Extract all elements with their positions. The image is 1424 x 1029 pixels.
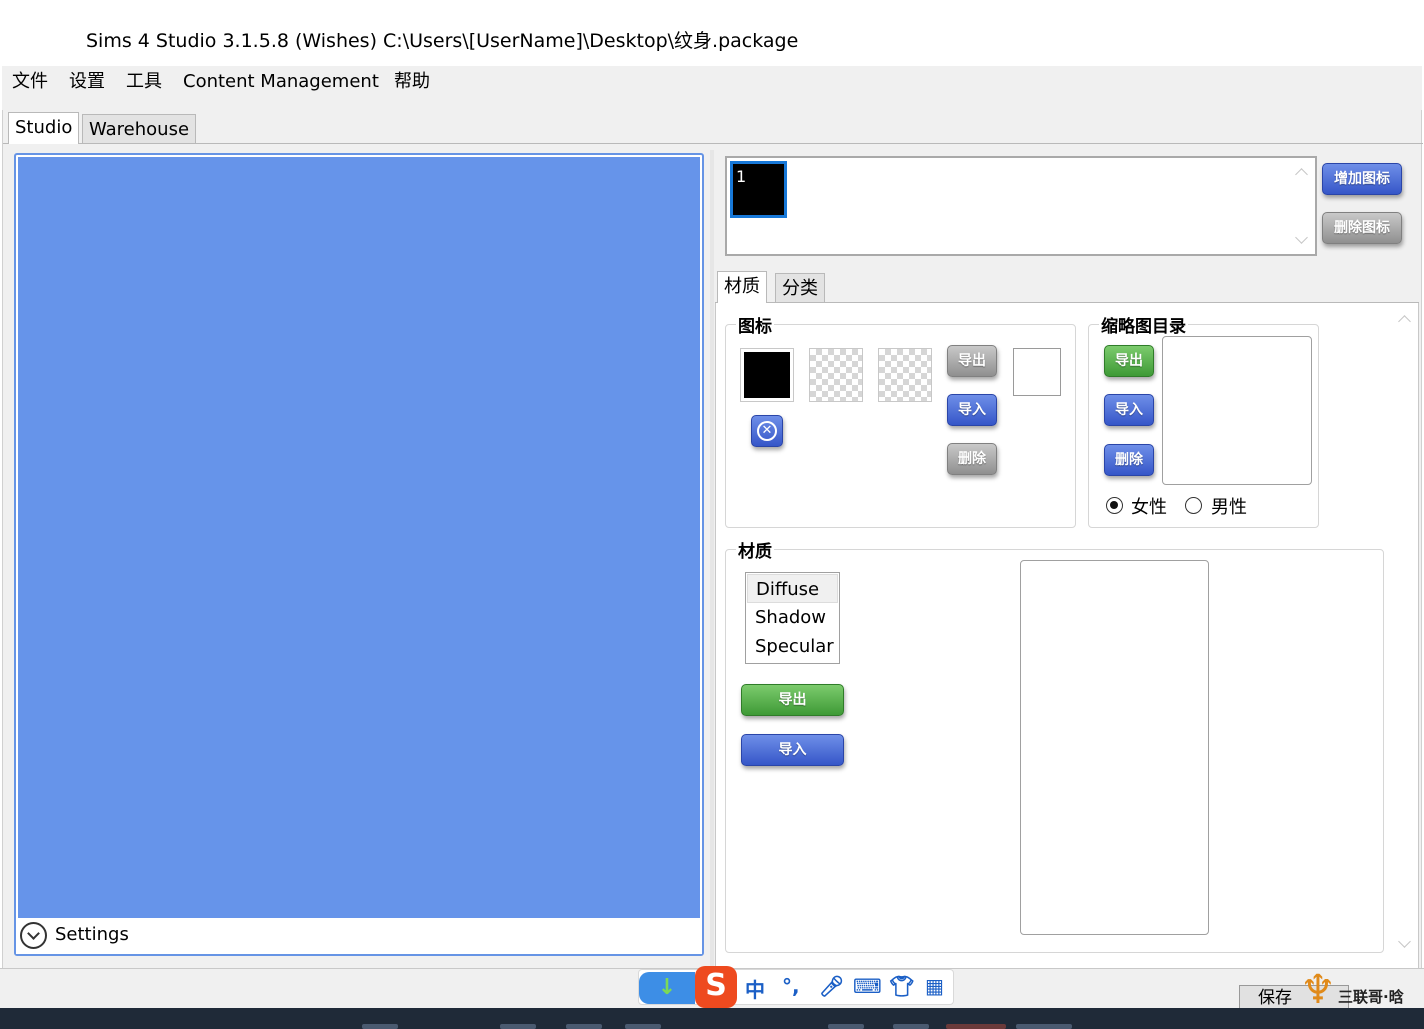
icon-preview-empty-1[interactable] — [809, 348, 863, 402]
3d-viewport[interactable] — [18, 157, 700, 919]
chevron-down-icon[interactable] — [20, 922, 47, 949]
icon-group: 图标 ✕ 导出 导入 删除 — [725, 312, 1076, 528]
thumbnail-delete-button[interactable]: 删除 — [1104, 444, 1154, 476]
ime-punctuation[interactable]: °, — [782, 974, 800, 998]
thumbnail-import-button[interactable]: 导入 — [1104, 394, 1154, 426]
microphone-icon[interactable]: 🎤︎ — [819, 974, 844, 998]
thumbnail-group: 缩略图目录 导出 导入 删除 女性 男性 — [1088, 312, 1319, 528]
thumbnail-group-title: 缩略图目录 — [1099, 312, 1188, 337]
tab-category[interactable]: 分类 — [775, 273, 825, 303]
texture-group: 材质 Diffuse Shadow Specular 导出 导入 — [725, 537, 1384, 953]
scroll-down-icon[interactable] — [1398, 935, 1411, 948]
watermark-logo-icon: ♆ — [1300, 967, 1336, 1013]
menu-settings[interactable]: 设置 — [65, 68, 109, 96]
scroll-up-icon[interactable] — [1398, 315, 1411, 328]
icon-color-swatch[interactable] — [1013, 348, 1061, 396]
skin-shirt-icon[interactable]: 👕︎ — [889, 974, 914, 998]
icon-export-button[interactable]: 导出 — [947, 345, 997, 377]
taskbar-item[interactable] — [893, 1024, 929, 1029]
texture-import-button[interactable]: 导入 — [741, 734, 844, 766]
menu-tools[interactable]: 工具 — [122, 68, 166, 96]
toolbox-grid-icon[interactable]: ▦ — [925, 974, 944, 998]
radio-male[interactable] — [1185, 497, 1202, 514]
taskbar-item[interactable] — [362, 1024, 398, 1029]
swatch-list-scrollbar[interactable] — [1289, 158, 1315, 254]
texture-type-list[interactable]: Diffuse Shadow Specular — [745, 572, 840, 664]
menu-content-management[interactable]: Content Management — [179, 68, 383, 96]
tab-warehouse[interactable]: Warehouse — [82, 114, 197, 144]
list-item-shadow[interactable]: Shadow — [747, 603, 838, 632]
menu-help[interactable]: 帮助 — [390, 68, 434, 96]
scroll-up-icon[interactable] — [1295, 168, 1308, 181]
icon-delete-button[interactable]: 删除 — [947, 443, 997, 475]
list-item-diffuse[interactable]: Diffuse — [747, 574, 838, 603]
remove-swatch-button[interactable]: 删除图标 — [1322, 212, 1402, 244]
icon-import-button[interactable]: 导入 — [947, 394, 997, 426]
clear-icon-button[interactable]: ✕ — [751, 415, 783, 447]
tab-studio[interactable]: Studio — [8, 112, 80, 144]
swatch-thumbnail[interactable]: 1 — [730, 161, 787, 218]
taskbar-item[interactable] — [828, 1024, 864, 1029]
radio-female-label[interactable]: 女性 — [1131, 493, 1167, 519]
swatch-index: 1 — [736, 167, 747, 186]
add-swatch-button[interactable]: 增加图标 — [1322, 163, 1402, 195]
radio-female[interactable] — [1106, 497, 1123, 514]
texture-preview — [1020, 560, 1209, 935]
swatch-list[interactable]: 1 — [725, 156, 1317, 256]
taskbar-item[interactable] — [625, 1024, 661, 1029]
keyboard-icon[interactable]: ⌨ — [853, 974, 882, 998]
preview-panel: Settings — [14, 153, 704, 956]
window-title: Sims 4 Studio 3.1.5.8 (Wishes) C:\Users\… — [86, 30, 799, 52]
watermark: ♆ 三联哥·晗 — [1298, 958, 1424, 1024]
scroll-down-icon[interactable] — [1295, 231, 1308, 244]
sogou-logo-icon[interactable]: S — [695, 966, 737, 1008]
taskbar-item[interactable] — [946, 1024, 1006, 1029]
settings-expander[interactable]: Settings — [16, 918, 702, 954]
thumbnail-export-button[interactable]: 导出 — [1104, 345, 1154, 377]
download-arrow-icon[interactable]: ↓ — [639, 972, 695, 1004]
title-bar: Sims 4 Studio 3.1.5.8 (Wishes) C:\Users\… — [0, 0, 1424, 66]
taskbar-item[interactable] — [566, 1024, 602, 1029]
menu-file[interactable]: 文件 — [8, 68, 52, 96]
os-taskbar — [0, 1008, 1424, 1029]
taskbar-item[interactable] — [1016, 1024, 1072, 1029]
close-circle-icon: ✕ — [757, 421, 777, 441]
icon-group-title: 图标 — [736, 312, 774, 337]
thumbnail-preview — [1162, 336, 1312, 485]
ime-toolbar: ↓ S 中 °, 🎤︎ ⌨ 👕︎ ▦ — [638, 966, 954, 1008]
material-panel: 图标 ✕ 导出 导入 删除 缩略图目录 导出 导入 删除 女性 男性 材质 Di… — [715, 303, 1419, 973]
ime-mode-chinese[interactable]: 中 — [745, 974, 765, 1003]
panel-splitter[interactable] — [710, 150, 714, 970]
main-client-area: Studio Warehouse Settings 1 增加图标 删除图标 材质… — [2, 110, 1423, 1008]
radio-male-label[interactable]: 男性 — [1211, 493, 1247, 519]
taskbar-item[interactable] — [500, 1024, 536, 1029]
icon-preview-black[interactable] — [740, 348, 794, 402]
watermark-text: 三联哥·晗 — [1338, 988, 1404, 1006]
tab-divider — [3, 143, 1423, 144]
texture-export-button[interactable]: 导出 — [741, 684, 844, 716]
tab-material[interactable]: 材质 — [717, 271, 767, 303]
settings-label: Settings — [55, 924, 129, 945]
list-item-specular[interactable]: Specular — [747, 632, 838, 661]
menu-bar: 文件 设置 工具 Content Management 帮助 — [2, 66, 1422, 110]
texture-group-title: 材质 — [736, 537, 774, 562]
material-panel-scrollbar[interactable] — [1394, 307, 1416, 957]
icon-preview-empty-2[interactable] — [878, 348, 932, 402]
